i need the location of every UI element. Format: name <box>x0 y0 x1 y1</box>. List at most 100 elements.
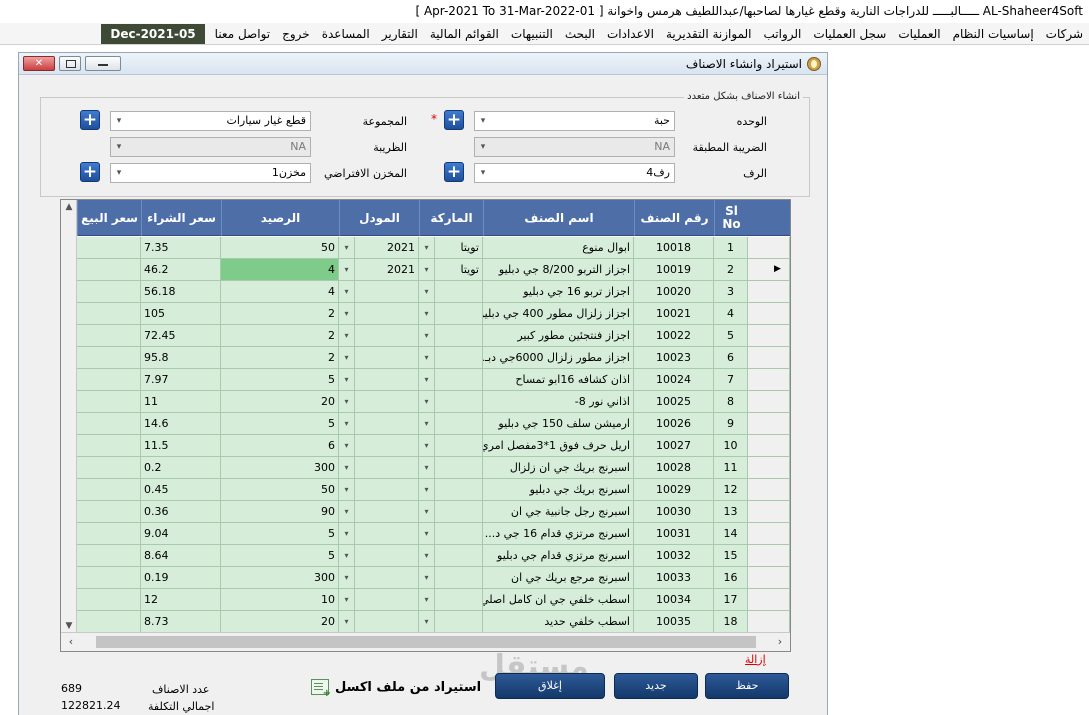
cell-model[interactable]: ▾ <box>339 347 419 369</box>
cell-balance[interactable]: 300 <box>221 457 339 479</box>
row-header-cell[interactable] <box>748 457 790 479</box>
row-header-cell[interactable]: ▶ <box>748 259 790 281</box>
cell-brand[interactable]: ▾ <box>419 435 483 457</box>
close-button[interactable]: إغلاق <box>495 673 605 699</box>
cell-item-name[interactable]: اجزاز زلزال مطور 400 جي دبليو <box>483 303 634 325</box>
cell-sale-price[interactable] <box>77 391 141 413</box>
cell-sl-no[interactable]: 1 <box>714 237 748 259</box>
cell-sale-price[interactable] <box>77 369 141 391</box>
menu-operations[interactable]: العمليات <box>892 23 946 45</box>
cell-balance[interactable]: 5 <box>221 523 339 545</box>
table-row[interactable]: 46.2 4 2021 ▾ تويتا ▾ اجزاز التربو 8/200 جي دب… <box>77 259 790 281</box>
cell-brand[interactable]: ▾ <box>419 281 483 303</box>
cell-balance[interactable]: 2 <box>221 325 339 347</box>
cell-item-name[interactable]: اسبرنج بريك جي ان زلزال <box>483 457 634 479</box>
cell-item-no[interactable]: 10029 <box>634 479 714 501</box>
menu-help[interactable]: المساعدة <box>316 23 376 45</box>
horizontal-scroll-thumb[interactable] <box>96 636 756 648</box>
cell-sale-price[interactable] <box>77 611 141 633</box>
chevron-down-icon[interactable]: ▾ <box>419 457 435 478</box>
cell-balance[interactable]: 20 <box>221 611 339 633</box>
cell-model[interactable]: ▾ <box>339 281 419 303</box>
table-row[interactable]: 0.2 300 ▾ ▾ اسبرنج بريك جي ان زلزال 10028 11 <box>77 457 790 479</box>
chevron-down-icon[interactable]: ▾ <box>419 347 435 368</box>
remove-link[interactable]: إزالة <box>745 653 766 666</box>
cell-item-no[interactable]: 10026 <box>634 413 714 435</box>
table-row[interactable]: 8.64 5 ▾ ▾ اسبرنج مرتزي قدام جي دبليو 10032 15 <box>77 545 790 567</box>
cell-purchase-price[interactable]: 95.8 <box>141 347 221 369</box>
unit-select[interactable]: حبة ▾ <box>474 111 675 131</box>
row-header-cell[interactable] <box>748 391 790 413</box>
menu-settings[interactable]: الاعدادات <box>601 23 660 45</box>
cell-sale-price[interactable] <box>77 479 141 501</box>
menu-contact[interactable]: تواصل معنا <box>209 23 276 45</box>
chevron-down-icon[interactable]: ▾ <box>419 589 435 610</box>
cell-item-no[interactable]: 10022 <box>634 325 714 347</box>
cell-item-name[interactable]: اريل حرف فوق 1*3مفصل امري <box>483 435 634 457</box>
chevron-down-icon[interactable]: ▾ <box>339 237 355 258</box>
cell-brand[interactable]: ▾ <box>419 303 483 325</box>
cell-brand[interactable]: ▾ <box>419 545 483 567</box>
cell-balance[interactable]: 4 <box>221 281 339 303</box>
cell-purchase-price[interactable]: 8.64 <box>141 545 221 567</box>
chevron-down-icon[interactable]: ▾ <box>339 413 355 434</box>
scroll-up-icon[interactable]: ▲ <box>61 200 77 214</box>
group-select[interactable]: قطع غيار سيارات ▾ <box>110 111 311 131</box>
cell-model[interactable]: ▾ <box>339 545 419 567</box>
cell-sale-price[interactable] <box>77 325 141 347</box>
cell-item-name[interactable]: اسطب خلفي جي ان كامل اصلي <box>483 589 634 611</box>
cell-purchase-price[interactable]: 105 <box>141 303 221 325</box>
table-row[interactable]: 7.35 50 2021 ▾ تويتا ▾ ابوال منوع 10018 1 <box>77 237 790 259</box>
col-purchase-price[interactable]: سعر الشراء <box>141 200 221 236</box>
cell-item-no[interactable]: 10027 <box>634 435 714 457</box>
menu-salaries[interactable]: الرواتب <box>758 23 808 45</box>
cell-purchase-price[interactable]: 72.45 <box>141 325 221 347</box>
table-row[interactable]: 11 20 ▾ ▾ اذاني نور 8- 10025 8 <box>77 391 790 413</box>
chevron-down-icon[interactable]: ▾ <box>339 501 355 522</box>
cell-item-name[interactable]: اذان كشافه 16ابو تمساح <box>483 369 634 391</box>
col-balance[interactable]: الرصيد <box>221 200 339 236</box>
cell-item-name[interactable]: اذاني نور 8- <box>483 391 634 413</box>
cell-item-no[interactable]: 10034 <box>634 589 714 611</box>
cell-sl-no[interactable]: 9 <box>714 413 748 435</box>
cell-brand[interactable]: ▾ <box>419 369 483 391</box>
cell-item-name[interactable]: ارميشن سلف 150 جي دبليو <box>483 413 634 435</box>
cell-item-name[interactable]: اسبرنج بريك جي دبليو <box>483 479 634 501</box>
row-header-cell[interactable] <box>748 281 790 303</box>
cell-model[interactable]: ▾ <box>339 391 419 413</box>
row-header-cell[interactable] <box>748 589 790 611</box>
cell-item-no[interactable]: 10020 <box>634 281 714 303</box>
cell-brand[interactable]: ▾ <box>419 589 483 611</box>
cell-sl-no[interactable]: 14 <box>714 523 748 545</box>
scroll-left-icon[interactable]: ‹ <box>64 635 78 649</box>
table-row[interactable]: 11.5 6 ▾ ▾ اريل حرف فوق 1*3مفصل امري 10027 10 <box>77 435 790 457</box>
add-group-button[interactable]: + <box>80 110 100 130</box>
row-header-cell[interactable] <box>748 325 790 347</box>
cell-brand[interactable]: ▾ <box>419 479 483 501</box>
cell-sl-no[interactable]: 11 <box>714 457 748 479</box>
chevron-down-icon[interactable]: ▾ <box>339 435 355 456</box>
cell-balance[interactable]: 50 <box>221 479 339 501</box>
cell-balance[interactable]: 6 <box>221 435 339 457</box>
cell-sale-price[interactable] <box>77 501 141 523</box>
cell-model[interactable]: ▾ <box>339 523 419 545</box>
menu-system-basics[interactable]: إساسيات النظام <box>947 23 1040 45</box>
window-title-bar[interactable]: استيراد وانشاء الاصناف ✕ <box>19 53 827 75</box>
cell-balance[interactable]: 5 <box>221 545 339 567</box>
cell-purchase-price[interactable]: 0.2 <box>141 457 221 479</box>
menu-companies[interactable]: شركات <box>1040 23 1089 45</box>
cell-sale-price[interactable] <box>77 303 141 325</box>
cell-balance[interactable]: 4 <box>221 259 339 281</box>
chevron-down-icon[interactable]: ▾ <box>339 281 355 302</box>
cell-brand[interactable]: ▾ <box>419 501 483 523</box>
chevron-down-icon[interactable]: ▾ <box>419 479 435 500</box>
cell-item-name[interactable]: اسطب خلفي حديد <box>483 611 634 633</box>
menu-alerts[interactable]: التنبيهات <box>505 23 559 45</box>
table-row[interactable]: 14.6 5 ▾ ▾ ارميشن سلف 150 جي دبليو 10026 9 <box>77 413 790 435</box>
row-header-cell[interactable] <box>748 567 790 589</box>
cell-brand[interactable]: ▾ <box>419 391 483 413</box>
cell-brand[interactable]: ▾ <box>419 567 483 589</box>
chevron-down-icon[interactable]: ▾ <box>339 523 355 544</box>
cell-purchase-price[interactable]: 7.35 <box>141 237 221 259</box>
col-item-name[interactable]: اسم الصنف <box>483 200 634 236</box>
